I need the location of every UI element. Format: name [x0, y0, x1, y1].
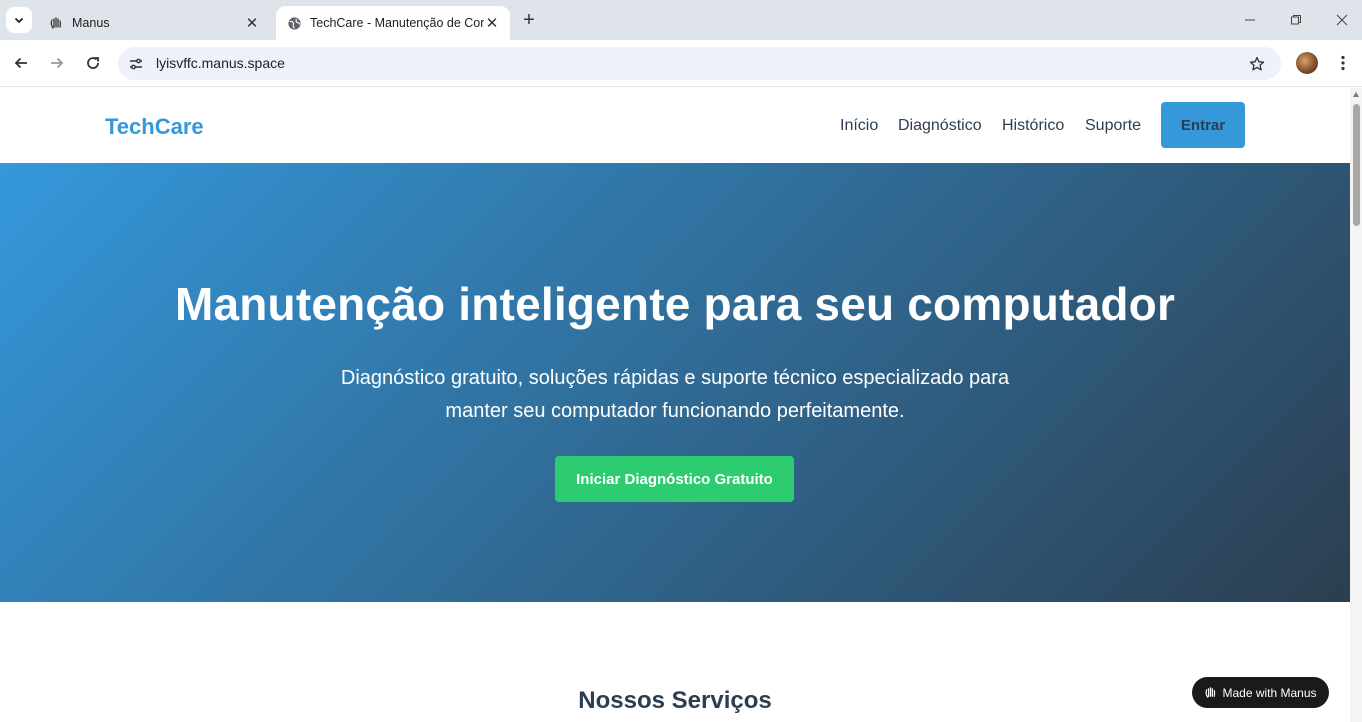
browser-menu-icon[interactable] — [1333, 52, 1353, 74]
tab-techcare[interactable]: TechCare - Manutenção de Computadores ✕ — [276, 6, 510, 40]
address-bar[interactable]: lyisvffc.manus.space — [118, 47, 1281, 80]
nav-link-diagnostico[interactable]: Diagnóstico — [898, 117, 982, 135]
close-tab-icon[interactable]: ✕ — [244, 15, 260, 32]
tab-search-button[interactable] — [6, 7, 32, 33]
close-tab-icon[interactable]: ✕ — [484, 15, 500, 32]
site-logo[interactable]: TechCare — [105, 114, 204, 140]
scroll-up-arrow-icon[interactable] — [1353, 92, 1359, 97]
browser-toolbar: lyisvffc.manus.space — [0, 40, 1362, 87]
page-scrollbar[interactable] — [1350, 88, 1362, 722]
manus-hand-icon — [48, 15, 64, 31]
services-title: Nossos Serviços — [578, 687, 772, 714]
tab-title: Manus — [72, 16, 110, 30]
new-tab-plus-icon[interactable]: + — [518, 9, 540, 31]
badge-label: Made with Manus — [1222, 685, 1317, 700]
bookmark-star-icon[interactable] — [1247, 54, 1267, 74]
site-settings-icon[interactable] — [126, 54, 146, 74]
profile-avatar[interactable] — [1296, 52, 1318, 74]
chevron-down-icon — [14, 17, 24, 24]
scrollbar-thumb[interactable] — [1353, 104, 1360, 226]
nav-link-suporte[interactable]: Suporte — [1085, 117, 1141, 135]
close-window-icon[interactable] — [1332, 10, 1352, 30]
nav-link-historico[interactable]: Histórico — [1002, 117, 1064, 135]
hero-title: Manutenção inteligente para seu computad… — [174, 278, 1176, 330]
site-header: TechCare Início Diagnóstico Histórico Su… — [0, 88, 1350, 163]
browser-tab-strip: Manus ✕ TechCare - Manutenção de Computa… — [0, 0, 1362, 40]
hero-section: Manutenção inteligente para seu computad… — [0, 163, 1350, 602]
reload-icon[interactable] — [82, 52, 104, 74]
hero-subtitle: Diagnóstico gratuito, soluções rápidas e… — [340, 367, 1010, 422]
back-arrow-icon[interactable] — [10, 52, 32, 74]
url-text: lyisvffc.manus.space — [156, 55, 285, 71]
nav-link-inicio[interactable]: Início — [840, 117, 878, 135]
tab-manus[interactable]: Manus ✕ — [38, 6, 270, 40]
globe-icon — [286, 15, 302, 31]
manus-hand-icon — [1206, 687, 1216, 698]
login-button[interactable]: Entrar — [1161, 102, 1245, 148]
forward-arrow-icon[interactable] — [46, 52, 68, 74]
made-with-manus-badge[interactable]: Made with Manus — [1192, 677, 1329, 708]
page-viewport: TechCare Início Diagnóstico Histórico Su… — [0, 88, 1350, 722]
restore-icon[interactable] — [1286, 10, 1306, 30]
minimize-icon[interactable] — [1240, 10, 1260, 30]
tab-title: TechCare - Manutenção de Computadores — [310, 16, 484, 30]
start-diagnosis-button[interactable]: Iniciar Diagnóstico Gratuito — [555, 456, 794, 502]
